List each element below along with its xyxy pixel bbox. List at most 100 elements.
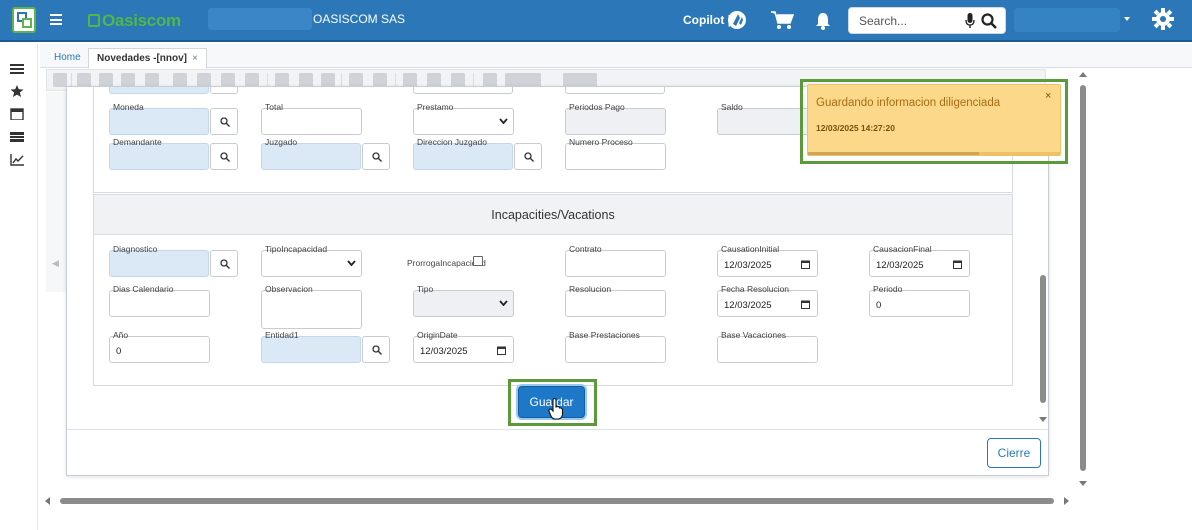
horizontal-scrollbar[interactable] bbox=[44, 494, 1076, 508]
observacion-textarea[interactable] bbox=[261, 290, 362, 329]
settings-gear-icon[interactable] bbox=[1152, 8, 1174, 30]
favorites-star-icon[interactable] bbox=[10, 85, 24, 97]
chevron-down-icon bbox=[347, 260, 356, 266]
diagnostico-lookup-button[interactable] bbox=[210, 250, 238, 277]
resolucion-label: Resolucion bbox=[569, 284, 612, 294]
anio-input[interactable]: 0 bbox=[109, 336, 210, 363]
copilot-icon[interactable] bbox=[727, 9, 747, 31]
direccion-juzgado-lookup-button[interactable] bbox=[514, 143, 542, 170]
total-input[interactable] bbox=[261, 108, 362, 135]
search-icon bbox=[220, 117, 230, 127]
causacion-final-input[interactable]: 12/03/2025 bbox=[869, 250, 970, 277]
calendar-icon[interactable] bbox=[497, 346, 506, 355]
notifications-bell-icon[interactable] bbox=[815, 12, 831, 30]
periodo-input[interactable]: 0 bbox=[869, 290, 970, 317]
close-icon[interactable] bbox=[321, 73, 335, 87]
section-title: Incapacities/Vacations bbox=[94, 195, 1012, 235]
numero-proceso-label: Numero Proceso bbox=[569, 137, 633, 147]
causacion-final-label: CausacionFinal bbox=[873, 244, 932, 254]
hamburger-menu-icon[interactable] bbox=[50, 14, 62, 25]
comment-icon[interactable] bbox=[403, 73, 417, 87]
company-name: OASISCOM SAS bbox=[313, 12, 406, 26]
edit-icon[interactable] bbox=[99, 73, 113, 87]
reports-icon[interactable] bbox=[10, 131, 24, 143]
cart-icon[interactable] bbox=[770, 10, 794, 30]
direccion-juzgado-input[interactable] bbox=[413, 143, 513, 170]
diagnostico-input[interactable] bbox=[109, 250, 209, 277]
search-icon bbox=[372, 152, 382, 162]
tipo-incapacidad-select[interactable] bbox=[261, 250, 362, 277]
diagnostico-label: Diagnostico bbox=[113, 244, 158, 254]
numero-proceso-input[interactable] bbox=[565, 143, 666, 170]
left-sidebar bbox=[0, 44, 38, 530]
juzgado-input[interactable] bbox=[261, 143, 361, 170]
origin-date-value: 12/03/2025 bbox=[420, 346, 468, 357]
save-icon[interactable] bbox=[121, 73, 135, 87]
juzgado-lookup-button[interactable] bbox=[362, 143, 390, 170]
fecha-resolucion-value: 12/03/2025 bbox=[724, 300, 772, 311]
causation-initial-input[interactable]: 12/03/2025 bbox=[717, 250, 818, 277]
moneda-lookup-button[interactable] bbox=[210, 108, 238, 135]
base-prestaciones-input[interactable] bbox=[565, 336, 666, 363]
filter-icon[interactable] bbox=[173, 73, 187, 87]
search-icon[interactable] bbox=[981, 13, 997, 29]
modal-footer bbox=[67, 429, 1048, 475]
page-scrollbar[interactable] bbox=[1076, 71, 1090, 489]
cloud-icon[interactable] bbox=[145, 73, 159, 87]
database-menu-icon[interactable] bbox=[517, 73, 541, 87]
causation-initial-label: CausationInitial bbox=[721, 244, 780, 254]
resolucion-input[interactable] bbox=[565, 290, 666, 317]
user-menu[interactable] bbox=[1014, 8, 1120, 32]
app-logo-icon[interactable] bbox=[12, 7, 36, 33]
dias-calendario-input[interactable] bbox=[109, 290, 210, 317]
tab-close-icon[interactable]: × bbox=[192, 53, 198, 64]
entidad1-input[interactable] bbox=[261, 336, 361, 363]
calendar-icon[interactable] bbox=[953, 260, 962, 269]
tag-icon[interactable] bbox=[427, 73, 441, 87]
fecha-resolucion-input[interactable]: 12/03/2025 bbox=[717, 290, 818, 317]
prorroga-incapacidad-checkbox[interactable] bbox=[473, 256, 483, 266]
prestamo-select[interactable] bbox=[413, 108, 514, 135]
demandante-input[interactable] bbox=[109, 143, 209, 170]
brand-icon bbox=[88, 14, 100, 27]
print-icon[interactable] bbox=[373, 73, 387, 87]
contrato-input[interactable] bbox=[565, 250, 666, 277]
entidad1-lookup-button[interactable] bbox=[362, 336, 390, 363]
calendar-icon[interactable] bbox=[801, 300, 810, 309]
chart-line-icon[interactable] bbox=[10, 154, 24, 166]
delete-icon[interactable] bbox=[245, 73, 259, 87]
prorroga-incapacidad-field[interactable]: ProrrogaIncapacidad bbox=[407, 256, 486, 269]
add-icon[interactable] bbox=[77, 73, 91, 87]
microphone-icon[interactable] bbox=[965, 13, 975, 29]
zoom-icon[interactable] bbox=[197, 73, 211, 87]
tab-novedades[interactable]: Novedades -[nnov] × bbox=[88, 48, 207, 69]
origin-date-input[interactable]: 12/03/2025 bbox=[413, 336, 514, 363]
users-menu-icon[interactable] bbox=[563, 73, 597, 87]
find-icon[interactable] bbox=[349, 73, 363, 87]
moneda-input[interactable] bbox=[109, 108, 209, 135]
help-icon[interactable] bbox=[451, 73, 465, 87]
periodos-pago-input[interactable] bbox=[565, 108, 666, 135]
user-menu-caret-icon[interactable] bbox=[1124, 17, 1130, 21]
close-button[interactable]: Cierre bbox=[987, 438, 1041, 468]
toast-close-icon[interactable]: × bbox=[1045, 90, 1051, 102]
base-vacaciones-input[interactable] bbox=[717, 336, 818, 363]
tipo-select[interactable] bbox=[413, 290, 514, 317]
cancel-icon[interactable] bbox=[221, 73, 235, 87]
incapacities-section: Incapacities/Vacations Diagnostico TipoI… bbox=[93, 194, 1013, 386]
refresh-icon[interactable] bbox=[53, 73, 67, 87]
menu-list-icon[interactable] bbox=[10, 63, 24, 75]
check-icon[interactable] bbox=[275, 73, 289, 87]
undo-icon[interactable] bbox=[299, 73, 313, 87]
copilot-label[interactable]: Copilot | bbox=[683, 13, 731, 27]
calendar-icon[interactable] bbox=[10, 108, 24, 120]
search-input[interactable] bbox=[859, 13, 963, 29]
demandante-lookup-button[interactable] bbox=[210, 143, 238, 170]
contrato-label: Contrato bbox=[569, 244, 602, 254]
chevron-down-icon bbox=[499, 300, 508, 306]
periodo-value: 0 bbox=[876, 300, 882, 311]
juzgado-label: Juzgado bbox=[265, 137, 298, 147]
tab-home[interactable]: Home bbox=[46, 48, 89, 69]
inbox-icon[interactable] bbox=[483, 73, 497, 87]
calendar-icon[interactable] bbox=[801, 260, 810, 269]
